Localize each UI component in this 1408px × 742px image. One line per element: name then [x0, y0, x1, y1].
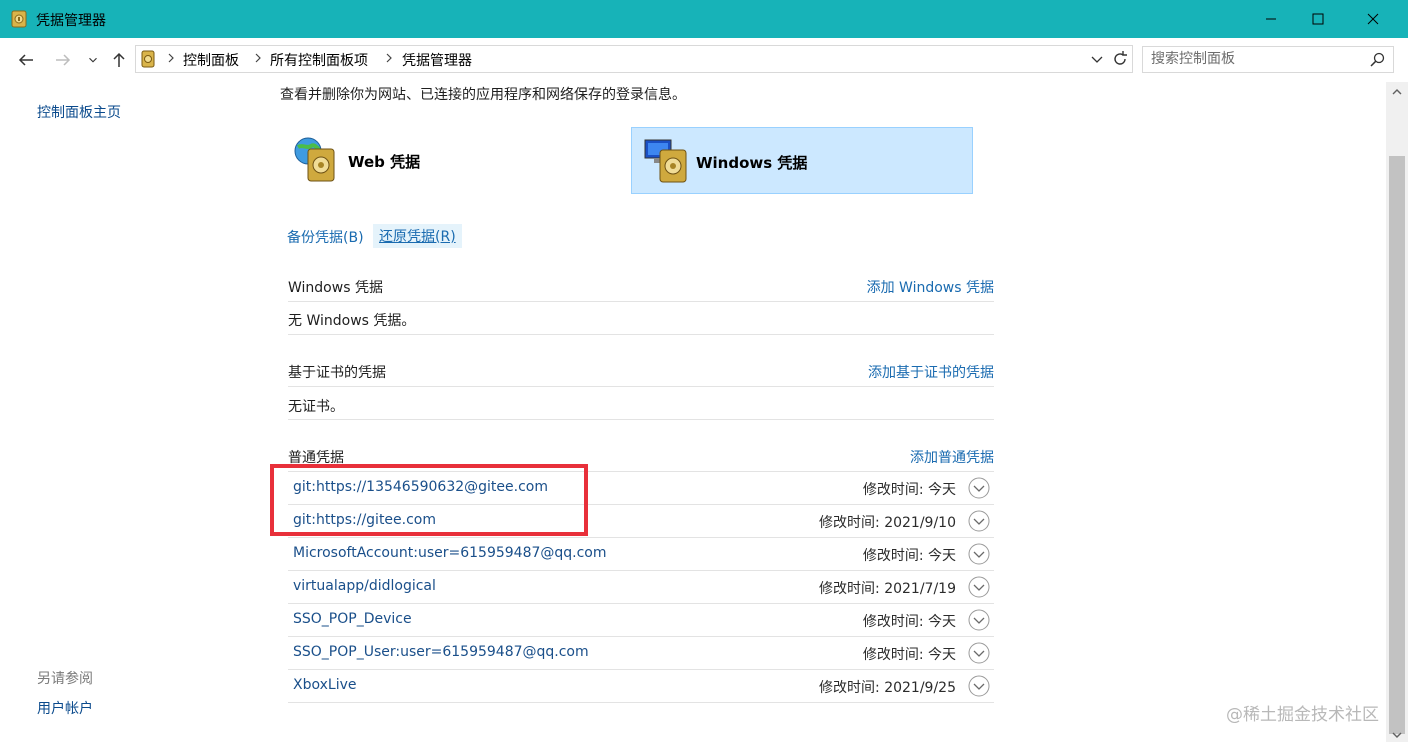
divider: [288, 301, 994, 302]
scrollbar-thumb[interactable]: [1389, 156, 1405, 734]
credential-name[interactable]: SSO_POP_Device: [293, 611, 412, 627]
up-button[interactable]: [110, 50, 128, 70]
vertical-scrollbar[interactable]: [1386, 82, 1408, 742]
windows-credentials-label: Windows 凭据: [696, 154, 808, 172]
section-title: Windows 凭据: [288, 280, 383, 296]
expand-chevron-icon[interactable]: [968, 477, 990, 499]
expand-chevron-icon[interactable]: [968, 609, 990, 631]
control-panel-icon: [141, 50, 155, 68]
breadcrumb-all-items[interactable]: 所有控制面板项: [270, 50, 368, 70]
windows-credentials-tile[interactable]: Windows 凭据: [631, 127, 973, 194]
credential-name[interactable]: MicrosoftAccount:user=615959487@qq.com: [293, 545, 607, 561]
section-title: 普通凭据: [288, 450, 344, 466]
back-button[interactable]: [16, 50, 36, 70]
credential-name[interactable]: SSO_POP_User:user=615959487@qq.com: [293, 644, 589, 660]
divider: [288, 419, 994, 420]
credential-row[interactable]: SSO_POP_Device 修改时间: 今天: [288, 604, 994, 637]
chevron-right-icon: [168, 53, 174, 63]
windows-credentials-empty-text: 无 Windows 凭据。: [288, 313, 416, 329]
up-arrow-icon: [113, 52, 125, 67]
address-bar[interactable]: 控制面板 所有控制面板项 凭据管理器: [135, 45, 1133, 73]
recent-locations-button[interactable]: [86, 50, 100, 70]
back-arrow-icon: [18, 54, 33, 66]
credential-name[interactable]: XboxLive: [293, 677, 357, 693]
divider: [288, 334, 994, 335]
expand-chevron-icon[interactable]: [968, 675, 990, 697]
add-generic-credential-link[interactable]: 添加普通凭据: [910, 447, 994, 467]
close-icon: [1367, 13, 1379, 25]
credential-name[interactable]: virtualapp/didlogical: [293, 578, 436, 594]
section-title: 基于证书的凭据: [288, 365, 386, 381]
add-windows-credential-link[interactable]: 添加 Windows 凭据: [867, 277, 994, 297]
forward-button[interactable]: [53, 50, 73, 70]
credential-modified: 修改时间: 2021/9/10: [819, 515, 956, 531]
add-certificate-credential-link[interactable]: 添加基于证书的凭据: [868, 362, 994, 382]
credential-row[interactable]: SSO_POP_User:user=615959487@qq.com 修改时间:…: [288, 637, 994, 670]
credential-row[interactable]: virtualapp/didlogical 修改时间: 2021/7/19: [288, 571, 994, 604]
credential-vault-icon: [11, 10, 27, 28]
chevron-right-icon: [255, 53, 261, 63]
maximize-button[interactable]: [1295, 0, 1341, 38]
credential-modified: 修改时间: 今天: [862, 482, 956, 498]
forward-arrow-icon: [56, 54, 71, 66]
web-credentials-label: Web 凭据: [348, 153, 421, 171]
credential-row[interactable]: git:https://13546590632@gitee.com 修改时间: …: [288, 472, 994, 505]
credential-modified: 修改时间: 2021/7/19: [819, 581, 956, 597]
backup-credentials-link[interactable]: 备份凭据(B): [287, 227, 364, 247]
certificate-empty-text: 无证书。: [288, 399, 344, 415]
expand-chevron-icon[interactable]: [968, 576, 990, 598]
credential-modified: 修改时间: 2021/9/25: [819, 680, 956, 696]
scroll-up-icon[interactable]: [1391, 87, 1403, 97]
credential-row[interactable]: MicrosoftAccount:user=615959487@qq.com 修…: [288, 538, 994, 571]
maximize-icon: [1312, 13, 1324, 25]
expand-chevron-icon[interactable]: [968, 510, 990, 532]
credential-row[interactable]: git:https://gitee.com 修改时间: 2021/9/10: [288, 505, 994, 538]
search-box[interactable]: [1142, 46, 1394, 73]
watermark: @稀土掘金技术社区: [1226, 705, 1379, 725]
windows-credential-vault-icon: [644, 139, 687, 183]
search-icon[interactable]: [1370, 52, 1385, 67]
see-also-label: 另请参阅: [37, 671, 93, 687]
chevron-down-icon: [89, 57, 97, 63]
expand-chevron-icon[interactable]: [968, 543, 990, 565]
divider: [288, 386, 994, 387]
control-panel-home-link[interactable]: 控制面板主页: [37, 102, 121, 122]
credential-modified: 修改时间: 今天: [862, 614, 956, 630]
window-title: 凭据管理器: [36, 13, 106, 29]
credential-modified: 修改时间: 今天: [862, 548, 956, 564]
page-description: 查看并删除你为网站、已连接的应用程序和网络保存的登录信息。: [280, 87, 686, 103]
web-credential-vault-icon: [294, 137, 335, 182]
minimize-button[interactable]: [1248, 0, 1294, 38]
credential-name[interactable]: git:https://gitee.com: [293, 512, 436, 528]
breadcrumb-control-panel[interactable]: 控制面板: [183, 50, 239, 70]
credential-row[interactable]: XboxLive 修改时间: 2021/9/25: [288, 670, 994, 703]
minimize-icon: [1266, 18, 1276, 20]
divider: [288, 702, 994, 703]
credential-name[interactable]: git:https://13546590632@gitee.com: [293, 479, 548, 495]
credential-modified: 修改时间: 今天: [862, 647, 956, 663]
refresh-icon[interactable]: [1111, 50, 1129, 68]
chevron-right-icon: [386, 53, 392, 63]
breadcrumb-credential-manager[interactable]: 凭据管理器: [402, 50, 472, 70]
close-button[interactable]: [1350, 0, 1396, 38]
expand-chevron-icon[interactable]: [968, 642, 990, 664]
search-input[interactable]: [1151, 50, 1361, 68]
scroll-down-icon[interactable]: [1391, 730, 1403, 740]
title-bar: 凭据管理器: [0, 0, 1408, 38]
address-dropdown-icon[interactable]: [1089, 51, 1105, 67]
user-accounts-link[interactable]: 用户帐户: [37, 698, 93, 718]
restore-credentials-link[interactable]: 还原凭据(R): [373, 224, 462, 248]
web-credentials-tile[interactable]: Web 凭据: [290, 127, 632, 194]
